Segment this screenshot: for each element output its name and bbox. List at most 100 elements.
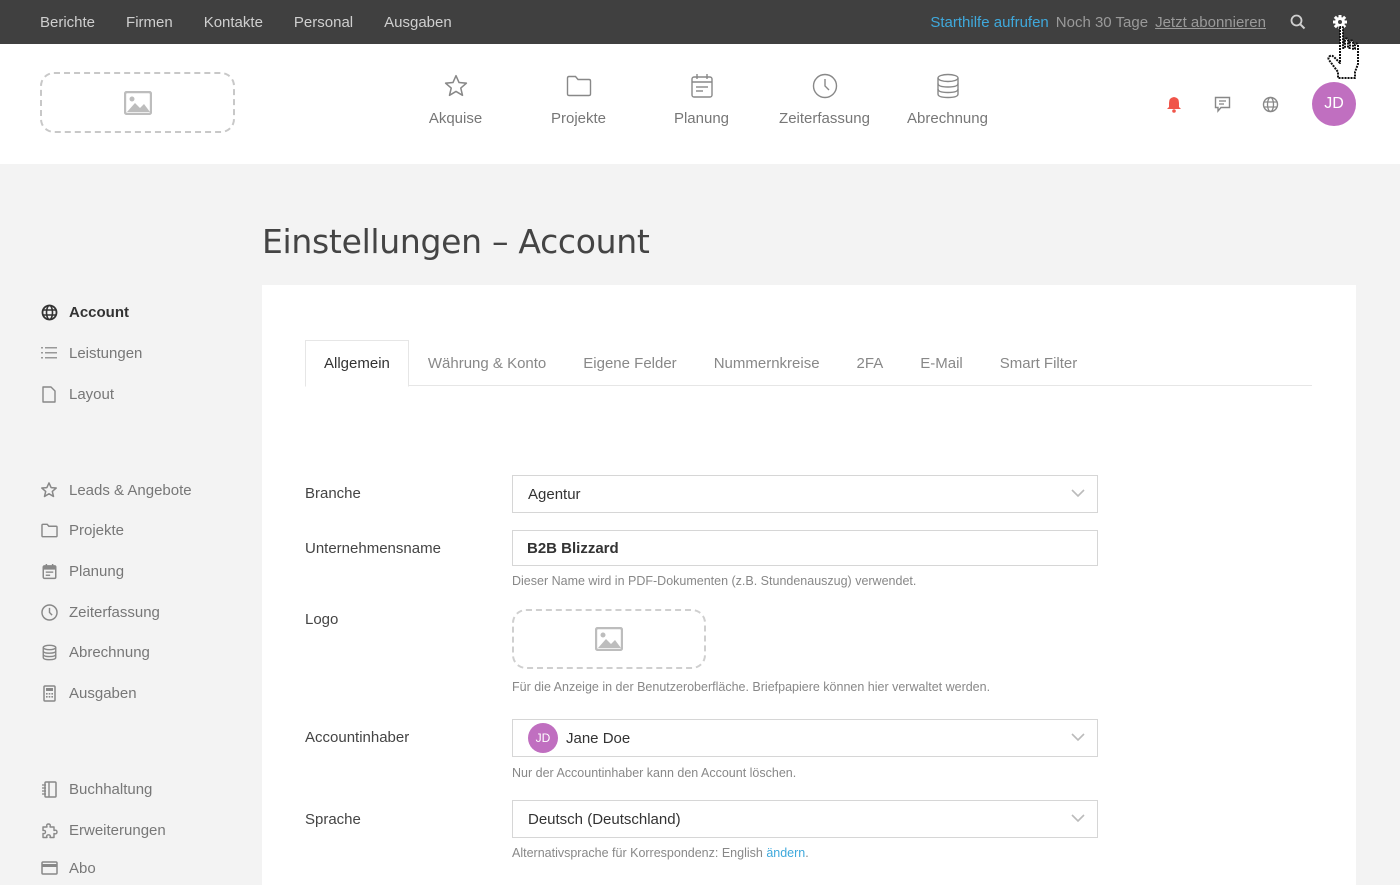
settings-card: Allgemein Währung & Konto Eigene Felder … <box>262 285 1356 885</box>
top-nav-berichte[interactable]: Berichte <box>40 14 95 31</box>
trial-remaining-text: Noch 30 Tage <box>1055 13 1149 31</box>
sidebar-item-buchhaltung[interactable]: Buchhaltung <box>40 777 152 801</box>
language-select[interactable]: Deutsch (Deutschland) <box>512 800 1098 838</box>
main-nav-label: Zeiterfassung <box>779 110 870 127</box>
chat-icon[interactable] <box>1210 92 1234 116</box>
main-nav-abrechnung[interactable]: Abrechnung <box>886 72 1009 127</box>
main-nav-akquise[interactable]: Akquise <box>394 72 517 127</box>
sidebar-item-account[interactable]: Account <box>40 300 129 324</box>
company-name-hint: Dieser Name wird in PDF-Dokumenten (z.B.… <box>512 574 917 588</box>
tab-allgemein[interactable]: Allgemein <box>305 340 409 387</box>
gear-icon[interactable] <box>1330 12 1350 32</box>
owner-select[interactable]: JD Jane Doe <box>512 719 1098 757</box>
language-hint-text: Alternativsprache für Korrespondenz: Eng… <box>512 846 763 860</box>
company-logo-placeholder[interactable] <box>40 72 235 133</box>
sidebar-item-label: Abo <box>69 859 96 877</box>
main-nav-label: Projekte <box>550 110 607 127</box>
database-icon <box>40 643 58 661</box>
sidebar-item-erweiterungen[interactable]: Erweiterungen <box>40 818 166 842</box>
globe-icon[interactable] <box>1258 92 1282 116</box>
main-nav-projekte[interactable]: Projekte <box>517 72 640 127</box>
owner-label: Accountinhaber <box>305 729 410 746</box>
main-nav: Akquise Projekte Planung Zeiterfassung A… <box>394 72 1009 127</box>
logo-hint: Für die Anzeige in der Benutzeroberfläch… <box>512 680 991 694</box>
top-nav: Berichte Firmen Kontakte Personal Ausgab… <box>40 0 483 44</box>
star-icon <box>442 72 470 100</box>
sidebar-item-label: Ausgaben <box>69 684 137 702</box>
sidebar-item-ausgaben[interactable]: Ausgaben <box>40 681 137 705</box>
calendar-icon <box>40 562 58 580</box>
owner-value: Jane Doe <box>566 729 631 747</box>
clock-icon <box>811 72 839 100</box>
star-icon <box>40 481 58 499</box>
main-nav-planung[interactable]: Planung <box>640 72 763 127</box>
top-nav-ausgaben[interactable]: Ausgaben <box>384 14 452 31</box>
tab-email[interactable]: E-Mail <box>902 340 981 386</box>
page-title: Einstellungen – Account <box>262 222 650 261</box>
sidebar-item-label: Abrechnung <box>69 643 150 661</box>
list-icon <box>40 344 58 362</box>
main-nav-label: Planung <box>673 110 730 127</box>
sidebar-item-layout[interactable]: Layout <box>40 382 114 406</box>
folder-icon <box>40 521 58 539</box>
help-link[interactable]: Starthilfe aufrufen <box>930 14 1048 31</box>
company-name-label: Unternehmensname <box>305 540 441 557</box>
sidebar-item-zeiterfassung[interactable]: Zeiterfassung <box>40 600 160 624</box>
sidebar-item-label: Layout <box>69 385 115 403</box>
owner-avatar: JD <box>528 723 558 753</box>
tab-eigene-felder[interactable]: Eigene Felder <box>565 340 694 386</box>
calendar-icon <box>688 72 716 100</box>
language-value: Deutsch (Deutschland) <box>528 810 681 828</box>
sidebar-item-abrechnung[interactable]: Abrechnung <box>40 640 150 664</box>
header-icons <box>1162 92 1306 116</box>
top-nav-firmen[interactable]: Firmen <box>126 14 173 31</box>
sidebar-item-abo[interactable]: Abo <box>40 856 96 880</box>
language-hint-suffix: . <box>805 846 809 860</box>
top-bar: Berichte Firmen Kontakte Personal Ausgab… <box>0 0 1400 44</box>
sidebar-item-leads[interactable]: Leads & Angebote <box>40 478 192 502</box>
branche-label: Branche <box>305 485 361 502</box>
main-nav-label: Abrechnung <box>907 110 988 127</box>
chevron-down-icon <box>1071 814 1085 823</box>
database-icon <box>934 72 962 100</box>
chevron-down-icon <box>1071 489 1085 498</box>
tab-nummernkreise[interactable]: Nummernkreise <box>696 340 838 386</box>
bell-icon[interactable] <box>1162 92 1186 116</box>
top-nav-personal[interactable]: Personal <box>294 14 353 31</box>
folder-icon <box>565 72 593 100</box>
language-label: Sprache <box>305 811 361 828</box>
branche-select[interactable]: Agentur <box>512 475 1098 513</box>
globe-icon <box>40 303 58 321</box>
top-nav-kontakte[interactable]: Kontakte <box>204 14 263 31</box>
puzzle-icon <box>40 821 58 839</box>
search-icon[interactable] <box>1288 12 1308 32</box>
sidebar-item-projekte[interactable]: Projekte <box>40 518 124 542</box>
tab-waehrung-konto[interactable]: Währung & Konto <box>410 340 564 386</box>
subscribe-link[interactable]: Jetzt abonnieren <box>1155 14 1266 31</box>
document-icon <box>40 385 58 403</box>
branche-value: Agentur <box>528 485 581 503</box>
logo-upload[interactable] <box>512 609 706 669</box>
sidebar-item-label: Projekte <box>69 521 125 539</box>
image-icon <box>595 627 623 651</box>
sidebar-item-label: Planung <box>69 562 125 580</box>
sidebar-item-leistungen[interactable]: Leistungen <box>40 341 142 365</box>
app-header: Akquise Projekte Planung Zeiterfassung A… <box>0 44 1400 164</box>
sidebar-item-label: Erweiterungen <box>69 821 166 839</box>
sidebar-item-label: Leads & Angebote <box>69 481 192 499</box>
tab-smart-filter[interactable]: Smart Filter <box>982 340 1096 386</box>
logo-label: Logo <box>305 611 339 628</box>
top-right-actions: Starthilfe aufrufen Noch 30 Tage Jetzt a… <box>930 0 1400 44</box>
sidebar-item-label: Account <box>69 303 129 321</box>
clock-icon <box>40 603 58 621</box>
sidebar-item-planung[interactable]: Planung <box>40 559 124 583</box>
change-language-link[interactable]: ändern <box>766 846 805 860</box>
company-name-input[interactable]: B2B Blizzard <box>512 530 1098 566</box>
owner-hint: Nur der Accountinhaber kann den Account … <box>512 766 797 780</box>
company-name-value: B2B Blizzard <box>527 539 619 557</box>
settings-tabs: Allgemein Währung & Konto Eigene Felder … <box>305 340 1312 387</box>
main-nav-zeiterfassung[interactable]: Zeiterfassung <box>763 72 886 127</box>
tab-2fa[interactable]: 2FA <box>839 340 902 386</box>
user-avatar[interactable]: JD <box>1312 82 1356 126</box>
card-icon <box>40 859 58 877</box>
